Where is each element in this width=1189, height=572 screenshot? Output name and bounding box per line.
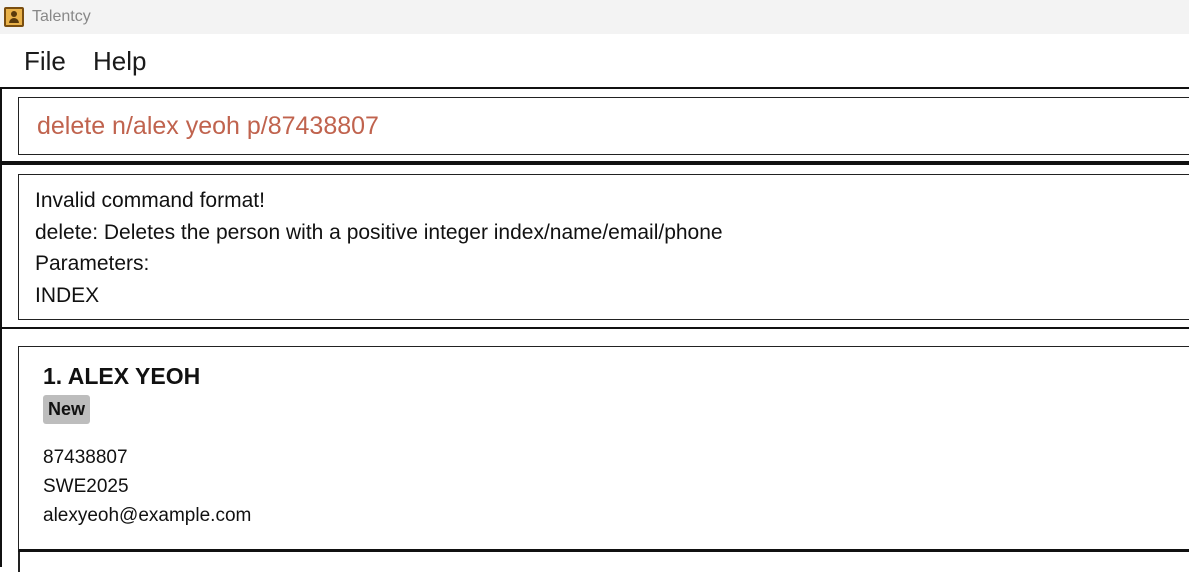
person-list-panel: 1. ALEX YEOH New 87438807 SWE2025 alexye…: [0, 327, 1189, 572]
address-book-icon: [4, 7, 24, 27]
next-card-edge: [18, 552, 20, 572]
person-name: 1. ALEX YEOH: [43, 363, 201, 389]
result-line: Invalid command format!: [35, 189, 265, 212]
person-email: alexyeoh@example.com: [43, 505, 252, 526]
result-line: INDEX: [35, 284, 100, 307]
menu-file[interactable]: File: [24, 46, 66, 77]
result-line: delete: Deletes the person with a positi…: [35, 221, 723, 244]
command-text: delete n/alex yeoh p/87438807: [37, 112, 379, 140]
person-job: SWE2025: [43, 476, 129, 497]
window-title: Talentcy: [32, 8, 91, 25]
result-panel: Invalid command format! delete: Deletes …: [0, 163, 1189, 329]
menu-bar: File Help: [0, 34, 1189, 87]
person-card[interactable]: 1. ALEX YEOH New 87438807 SWE2025 alexye…: [18, 346, 1189, 552]
title-bar: Talentcy: [0, 0, 1189, 34]
menu-help[interactable]: Help: [93, 46, 146, 77]
person-phone: 87438807: [43, 447, 128, 468]
result-display[interactable]: Invalid command format! delete: Deletes …: [18, 174, 1189, 320]
command-input[interactable]: delete n/alex yeoh p/87438807: [18, 97, 1189, 155]
command-panel: delete n/alex yeoh p/87438807: [0, 87, 1189, 163]
result-line: Parameters:: [35, 252, 150, 275]
status-tag: New: [43, 395, 91, 424]
